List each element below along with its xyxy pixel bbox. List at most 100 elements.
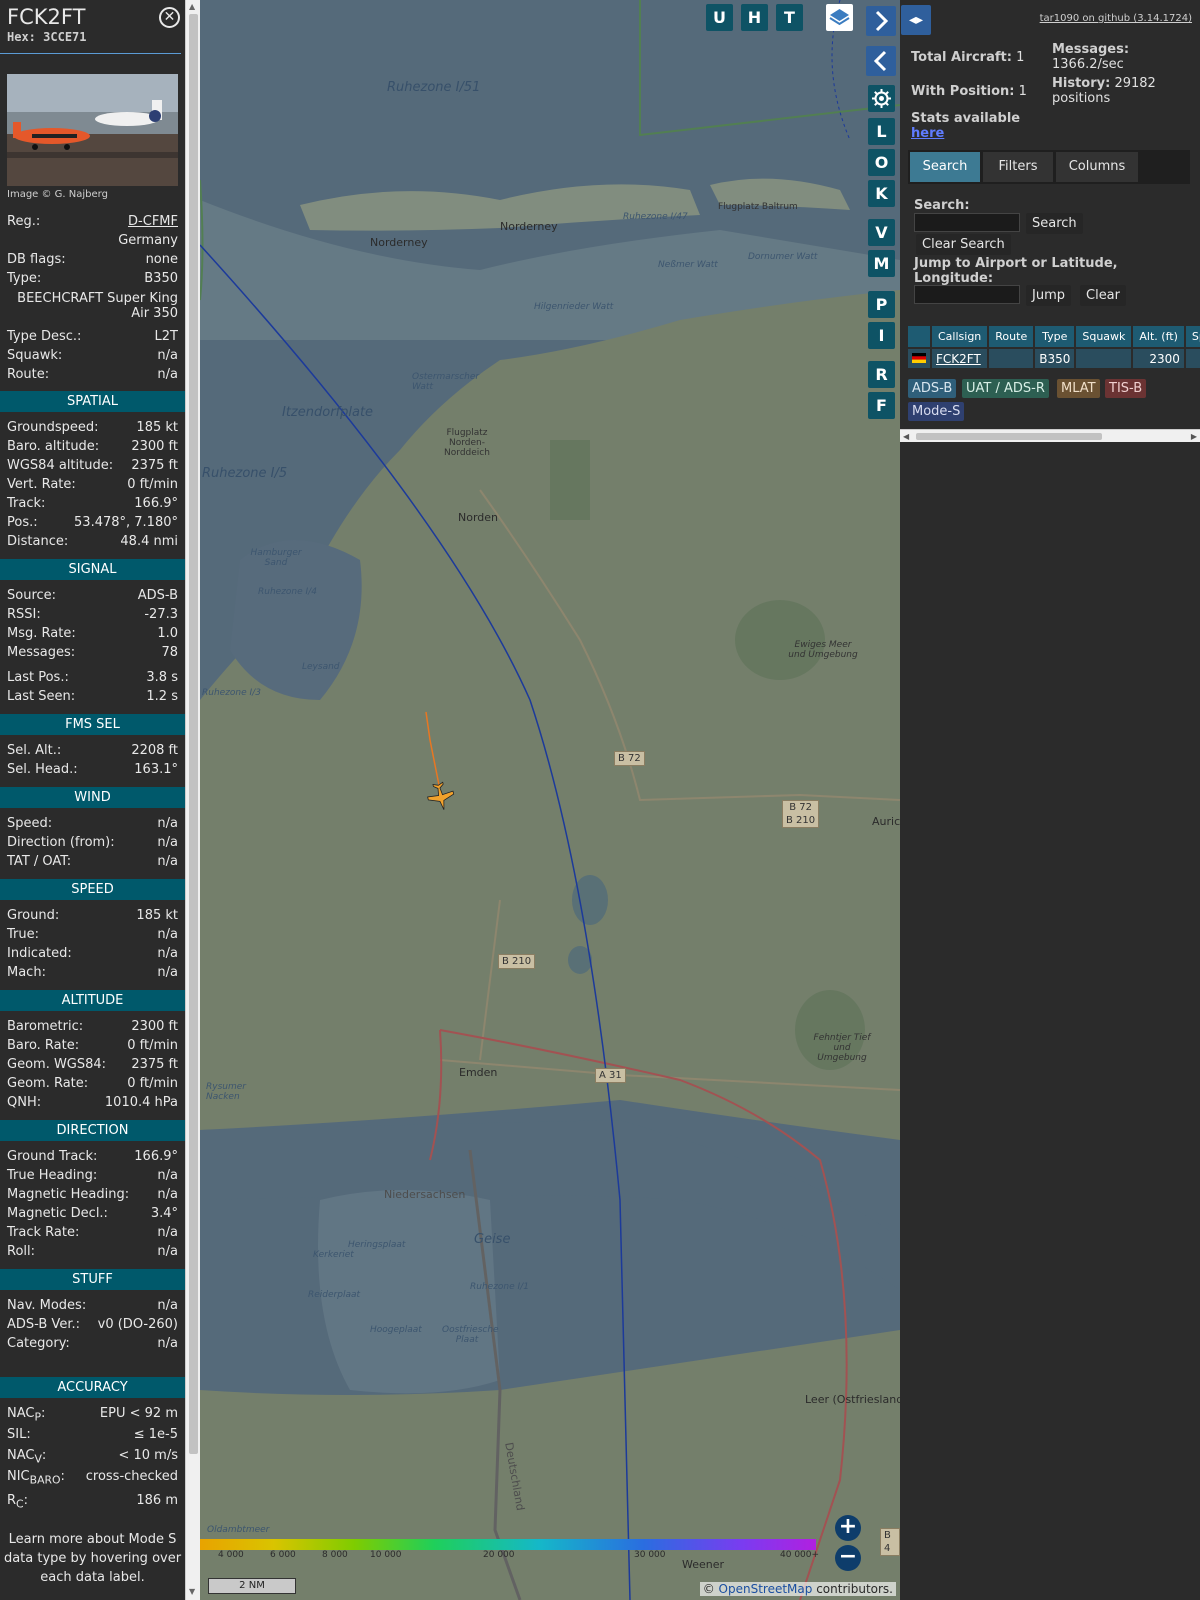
search-input[interactable] [914,213,1020,232]
row-label: Last Seen: [7,689,76,704]
tab-columns[interactable]: Columns [1056,152,1138,182]
section-wind: WIND [0,787,185,808]
field-label: Type: [7,271,42,286]
fms-row: Sel. Head.: 163.1° [7,760,178,779]
row-label: Ground Track: [7,1149,98,1164]
column-header-route[interactable]: Route [989,326,1034,347]
zoom-in-icon[interactable]: + [835,1515,861,1541]
stat-label: History: [1052,76,1111,91]
road-tag-b72: B 72 [614,751,645,766]
row-label-main: NIC [7,1469,30,1484]
label-text: Ruhezone I/51 [387,80,481,95]
search-button[interactable]: Search [1026,213,1083,234]
close-icon[interactable]: ✕ [159,7,180,28]
layers-icon[interactable] [826,4,853,31]
table-horizontal-scrollbar[interactable]: ◀ ▶ [900,429,1200,442]
map-button-m[interactable]: M [868,250,895,277]
map-button-l[interactable]: L [868,118,895,145]
jump-button[interactable]: Jump [1026,285,1071,306]
map-view[interactable]: Ruhezone I/51 Ruhezone I/5 Ruhezone I/4 … [200,0,900,1600]
expand-right-icon[interactable] [866,6,896,36]
row-squawk [1076,349,1132,368]
source-adsb[interactable]: ADS-B [908,379,957,398]
accuracy-row: NACP: EPU < 92 m [7,1404,178,1424]
row-label: Indicated: [7,946,72,961]
row-label: Ground: [7,908,60,923]
map-button-i[interactable]: I [868,322,895,349]
column-header-altitude[interactable]: Alt. (ft) [1133,326,1184,347]
stat-label: Total Aircraft: [911,50,1012,65]
scroll-left-icon[interactable]: ◀ [903,430,909,443]
wind-row: Speed: n/a [7,814,178,833]
table-row[interactable]: FCK2FT B350 2300 [908,349,1200,368]
map-label-norderney-town: Norderney [370,236,428,249]
altitude-row: Geom. Rate: 0 ft/min [7,1074,178,1093]
row-route [989,349,1034,368]
field-value: Germany [118,233,178,248]
scroll-down-icon[interactable]: ▼ [189,1587,195,1596]
row-value: 78 [161,645,178,660]
map-button-h[interactable]: H [741,4,768,31]
section-accuracy: ACCURACY [0,1377,185,1398]
panel-tabs: Search Filters Columns [908,150,1190,184]
map-button-v[interactable]: V [868,219,895,246]
collapse-left-icon[interactable] [866,46,896,76]
column-header-callsign[interactable]: Callsign [932,326,988,347]
tab-search[interactable]: Search [910,152,980,182]
map-button-r[interactable]: R [868,361,895,388]
column-header-flag[interactable] [908,326,930,347]
wind-row: Direction (from): n/a [7,833,178,852]
clear-button[interactable]: Clear [1080,285,1126,306]
row-label: Sel. Alt.: [7,743,62,758]
sidebar-scroll-thumb[interactable] [189,14,198,1454]
row-value: 2375 ft [131,1057,178,1072]
column-header-speed[interactable]: Spd. [1185,326,1200,347]
aircraft-marker-icon[interactable] [425,780,456,812]
registration-link[interactable]: D-CFMF [128,212,178,231]
column-header-type[interactable]: Type [1035,326,1075,347]
map-button-k[interactable]: K [868,180,895,207]
row-value: v0 (DO-260) [97,1317,178,1332]
settings-gear-icon[interactable] [868,85,895,112]
scroll-up-icon[interactable]: ▲ [189,2,195,11]
table-scroll-thumb[interactable] [916,433,1102,440]
toggle-sidebar-icon[interactable]: ◂▸ [901,5,931,35]
aircraft-header: FCK2FT Hex: 3CCE71 [0,0,181,54]
zoom-out-icon[interactable]: − [835,1545,861,1571]
altitude-row: QNH: 1010.4 hPa [7,1093,178,1112]
map-button-t[interactable]: T [776,4,803,31]
source-uat-adsr[interactable]: UAT / ADS-R [962,379,1049,398]
source-modes[interactable]: Mode-S [908,402,965,421]
attribution-prefix: © [702,1582,719,1596]
column-header-squawk[interactable]: Squawk [1076,326,1132,347]
direction-row: Magnetic Decl.: 3.4° [7,1204,178,1223]
section-fms-sel: FMS SEL [0,714,185,735]
clear-search-button[interactable]: Clear Search [916,234,1011,255]
map-button-f[interactable]: F [868,392,895,419]
sidebar-scrollbar[interactable]: ▲ ▼ [185,0,200,1600]
map-label-aurich: Auric [872,815,900,828]
aircraft-photo[interactable] [7,74,178,186]
row-label-sub: C [16,1497,24,1511]
stats-link[interactable]: here [911,126,944,141]
jump-input[interactable] [914,285,1020,304]
row-label: True Heading: [7,1168,98,1183]
github-link[interactable]: tar1090 on github (3.14.1724) [1040,13,1192,24]
source-tisb[interactable]: TIS-B [1105,379,1147,398]
row-callsign[interactable]: FCK2FT [932,349,988,368]
map-label-ruhezone-i5: Ruhezone I/5 [202,466,288,481]
map-button-o[interactable]: O [868,149,895,176]
speed-row: True: n/a [7,925,178,944]
tab-filters[interactable]: Filters [983,152,1053,182]
jump-label: Jump to Airport or Latitude, Longitude: [914,256,1118,286]
map-button-u[interactable]: U [706,4,733,31]
openstreetmap-link[interactable]: OpenStreetMap [719,1582,813,1596]
row-label: NACP: [7,1406,46,1424]
signal-row: Messages: 78 [7,643,178,662]
scroll-right-icon[interactable]: ▶ [1191,430,1197,443]
source-mlat[interactable]: MLAT [1057,379,1100,398]
map-button-p[interactable]: P [868,291,895,318]
aircraft-hex: Hex: 3CCE71 [7,30,174,44]
stat-label: Messages: [1052,42,1130,57]
map-label-niedersachsen: Niedersachsen [384,1188,466,1201]
